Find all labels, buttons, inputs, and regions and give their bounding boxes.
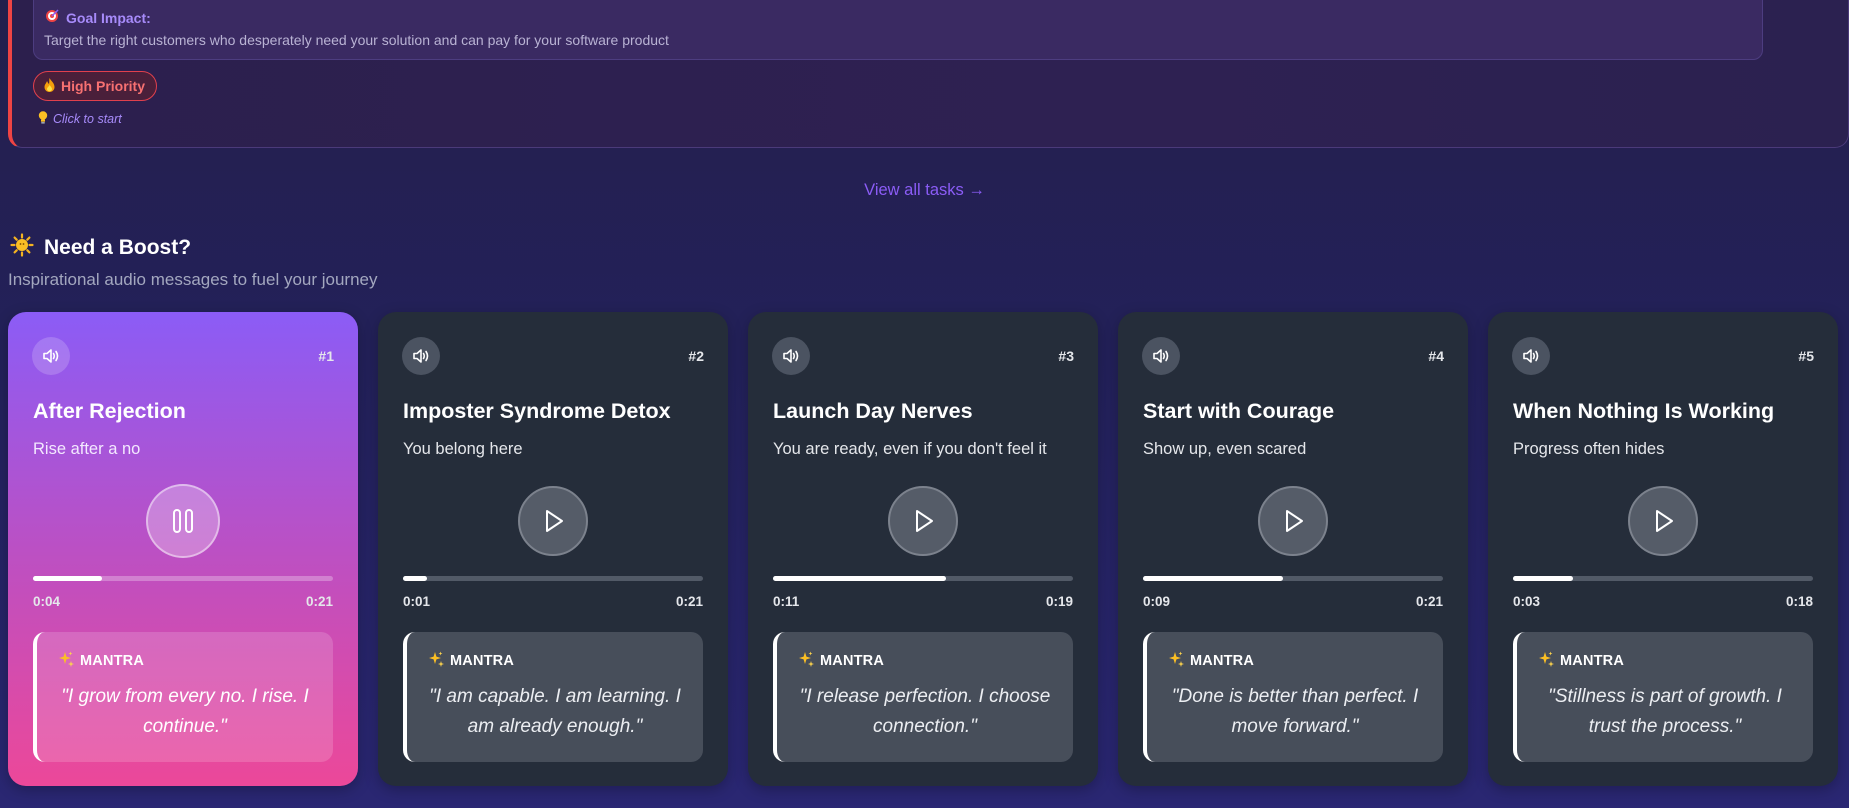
play-button[interactable]	[518, 486, 588, 556]
mantra-label: MANTRA	[820, 653, 885, 669]
card-subtitle: Progress often hides	[1513, 440, 1665, 458]
card-number: #4	[1428, 348, 1444, 364]
progress-bar[interactable]	[33, 576, 333, 581]
progress-fill	[1143, 576, 1283, 581]
card-number: #1	[318, 348, 334, 364]
play-button[interactable]	[1258, 486, 1328, 556]
priority-badge: High Priority	[33, 71, 158, 101]
sun-icon	[10, 233, 34, 263]
speaker-icon	[1142, 337, 1180, 375]
priority-label: High Priority	[61, 78, 146, 94]
total-time: 0:21	[1415, 594, 1443, 609]
progress-fill	[1513, 576, 1573, 581]
speaker-icon	[772, 337, 810, 375]
mantra-quote: "I grow from every no. I rise. I continu…	[61, 686, 309, 737]
progress-fill	[403, 576, 427, 581]
mantra-quote: "I release perfection. I choose connecti…	[799, 686, 1051, 737]
play-icon	[1650, 508, 1676, 534]
mantra-heading: MANTRA	[798, 651, 884, 671]
mantra-box: MANTRA "I release perfection. I choose c…	[773, 632, 1073, 762]
target-icon	[45, 9, 59, 26]
progress-bar[interactable]	[1143, 576, 1443, 581]
play-icon	[540, 508, 566, 534]
speaker-icon	[402, 337, 440, 375]
mantra-heading: MANTRA	[1168, 651, 1254, 671]
audio-card[interactable]: #1 After Rejection Rise after a no 0:04 …	[8, 312, 358, 786]
goal-impact-box	[33, 0, 1763, 60]
audio-card[interactable]: #5 When Nothing Is Working Progress ofte…	[1488, 312, 1838, 786]
mantra-box: MANTRA "Done is better than perfect. I m…	[1143, 632, 1443, 762]
fire-icon	[44, 77, 55, 95]
sparkles-icon	[1538, 651, 1554, 671]
click-to-start-hint[interactable]: Click to start	[38, 111, 122, 127]
view-all-tasks-link[interactable]: View all tasks →	[0, 181, 1849, 200]
lightbulb-icon	[38, 111, 48, 127]
pause-icon	[171, 508, 195, 534]
goal-impact-label: Goal Impact:	[66, 9, 151, 26]
mantra-quote: "Done is better than perfect. I move for…	[1171, 686, 1419, 737]
mantra-label: MANTRA	[80, 653, 145, 669]
current-time: 0:11	[773, 594, 800, 609]
goal-impact-text: Target the right customers who desperate…	[44, 32, 669, 48]
click-to-start-text: Click to start	[53, 112, 122, 126]
play-icon	[1280, 508, 1306, 534]
total-time: 0:21	[305, 594, 333, 609]
current-time: 0:01	[403, 594, 431, 609]
mantra-box: MANTRA "I am capable. I am learning. I a…	[403, 632, 703, 762]
boost-heading: Need a Boost?	[10, 233, 191, 263]
mantra-box: MANTRA "I grow from every no. I rise. I …	[33, 632, 333, 762]
sparkles-icon	[58, 651, 74, 671]
audio-card[interactable]: #3 Launch Day Nerves You are ready, even…	[748, 312, 1098, 786]
card-subtitle: Show up, even scared	[1143, 440, 1307, 458]
play-icon	[910, 508, 936, 534]
card-subtitle: You belong here	[403, 440, 523, 458]
card-number: #3	[1058, 348, 1074, 364]
boost-title-text: Need a Boost?	[44, 236, 192, 259]
audio-card[interactable]: #4 Start with Courage Show up, even scar…	[1118, 312, 1468, 786]
current-time: 0:03	[1513, 594, 1541, 609]
mantra-label: MANTRA	[450, 653, 515, 669]
card-title: Launch Day Nerves	[773, 399, 973, 423]
total-time: 0:21	[675, 594, 703, 609]
pause-button[interactable]	[146, 484, 220, 558]
progress-bar[interactable]	[403, 576, 703, 581]
boost-subtitle: Inspirational audio messages to fuel you…	[8, 270, 378, 289]
speaker-icon	[1512, 337, 1550, 375]
card-title: Start with Courage	[1143, 399, 1335, 423]
play-button[interactable]	[1628, 486, 1698, 556]
progress-fill	[33, 576, 102, 581]
goal-impact-heading: Goal Impact:	[45, 9, 151, 26]
mantra-box: MANTRA "Stillness is part of growth. I t…	[1513, 632, 1813, 762]
sparkles-icon	[1168, 651, 1184, 671]
mantra-label: MANTRA	[1560, 653, 1625, 669]
card-title: When Nothing Is Working	[1513, 399, 1775, 423]
mantra-heading: MANTRA	[58, 651, 144, 671]
mantra-quote: "I am capable. I am learning. I am alrea…	[429, 686, 681, 737]
mantra-heading: MANTRA	[428, 651, 514, 671]
mantra-quote: "Stillness is part of growth. I trust th…	[1548, 686, 1782, 737]
progress-bar[interactable]	[773, 576, 1073, 581]
card-number: #2	[688, 348, 704, 364]
current-time: 0:09	[1143, 594, 1171, 609]
sparkles-icon	[428, 651, 444, 671]
card-subtitle: Rise after a no	[33, 440, 141, 458]
total-time: 0:18	[1785, 594, 1813, 609]
card-subtitle: You are ready, even if you don't feel it	[773, 440, 1047, 458]
current-time: 0:04	[33, 594, 61, 609]
card-title: After Rejection	[33, 399, 186, 423]
progress-fill	[773, 576, 946, 581]
play-button[interactable]	[888, 486, 958, 556]
mantra-heading: MANTRA	[1538, 651, 1624, 671]
mantra-label: MANTRA	[1190, 653, 1255, 669]
card-title: Imposter Syndrome Detox	[403, 399, 671, 423]
total-time: 0:19	[1045, 594, 1073, 609]
speaker-icon	[32, 337, 70, 375]
card-number: #5	[1798, 348, 1814, 364]
progress-bar[interactable]	[1513, 576, 1813, 581]
sparkles-icon	[798, 651, 814, 671]
audio-card[interactable]: #2 Imposter Syndrome Detox You belong he…	[378, 312, 728, 786]
